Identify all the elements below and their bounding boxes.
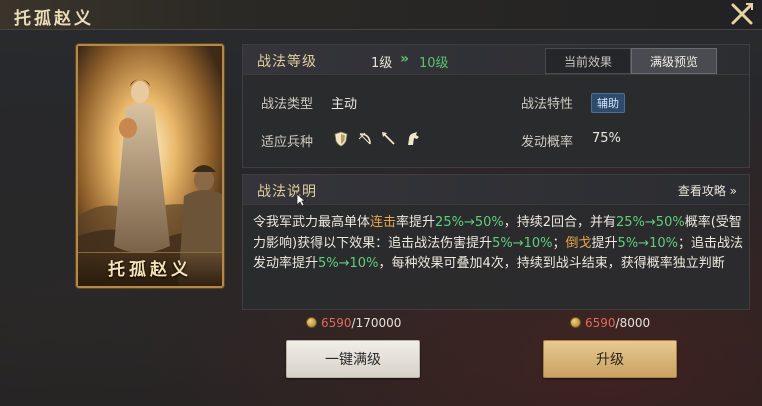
description-segment: ，持续2回合，并有	[503, 215, 617, 230]
description-segment: 5%→10%	[318, 256, 379, 271]
skill-description-text: 令我军武力最高单体连击率提升25%→50%，持续2回合，并有25%→50%概率(…	[253, 213, 743, 275]
description-segment: 5%→10%	[617, 235, 678, 251]
skill-level-title: 战法等级	[257, 54, 317, 70]
close-icon	[731, 3, 753, 25]
description-segment: 25%→50%	[616, 215, 685, 230]
tab-current-effect[interactable]: 当前效果	[545, 48, 631, 74]
description-segment: 倒戈	[565, 235, 592, 251]
description-segment: 提升	[591, 235, 618, 251]
description-segment: 连击	[370, 215, 397, 230]
troop-type-label: 适应兵种	[261, 135, 314, 150]
description-segment: 令我军武力最高单体	[253, 215, 371, 230]
level-from: 1级	[371, 56, 393, 71]
max-level-button[interactable]: 一键满级	[286, 340, 420, 378]
max-cost-total: /170000	[351, 316, 402, 330]
portrait-caption: 托孤赵义	[78, 252, 222, 286]
description-segment: ；	[552, 235, 566, 251]
level-arrow-icon: »	[400, 51, 410, 67]
spear-icon	[382, 132, 395, 145]
tab-max-preview[interactable]: 满级预览	[631, 48, 717, 74]
skill-trait-badge: 辅助	[591, 93, 625, 113]
coin-icon	[570, 317, 581, 328]
bow-icon	[358, 132, 371, 145]
up-cost-current: 6590	[585, 316, 616, 330]
trigger-chance-label: 发动概率	[521, 135, 574, 150]
skill-type-value: 主动	[331, 97, 358, 112]
max-cost-current: 6590	[321, 316, 352, 330]
trigger-chance-value: 75%	[592, 131, 621, 146]
skill-trait-label: 战法特性	[521, 97, 574, 112]
description-segment: 25%→50%	[435, 215, 504, 230]
upgrade-button[interactable]: 升级	[543, 340, 677, 378]
mouse-cursor-icon	[296, 193, 306, 207]
description-segment: 率提升	[396, 215, 436, 230]
max-level-cost: 6590/170000	[306, 316, 401, 330]
horse-icon	[408, 132, 419, 145]
description-segment: ，每种效果可叠加4次，持续到战斗结束，获得概率独立判断	[378, 256, 725, 271]
skill-description-panel: 战法说明 查看攻略 » 令我军武力最高单体连击率提升25%→50%，持续2回合，…	[242, 174, 750, 310]
upgrade-cost: 6590/8000	[570, 316, 650, 330]
coin-icon	[306, 317, 317, 328]
close-button[interactable]	[728, 0, 756, 28]
view-guide-link[interactable]: 查看攻略 »	[678, 182, 737, 199]
skill-level-header: 战法等级 1级 » 10级 当前效果 满级预览	[243, 45, 749, 75]
skill-description-header: 战法说明 查看攻略 »	[243, 175, 749, 205]
shield-icon	[334, 131, 348, 147]
description-segment: 5%→10%	[492, 235, 553, 251]
window-title: 托孤赵义	[14, 9, 94, 29]
skill-portrait-card: 托孤赵义	[76, 44, 224, 288]
title-bar: 托孤赵义	[0, 0, 762, 30]
skill-description-title: 战法说明	[257, 184, 317, 200]
up-cost-total: /8000	[615, 316, 651, 330]
level-to: 10级	[419, 56, 449, 71]
skill-level-panel: 战法等级 1级 » 10级 当前效果 满级预览 战法类型 主动 战法特性 辅助 …	[242, 44, 750, 168]
skill-type-label: 战法类型	[261, 97, 314, 112]
